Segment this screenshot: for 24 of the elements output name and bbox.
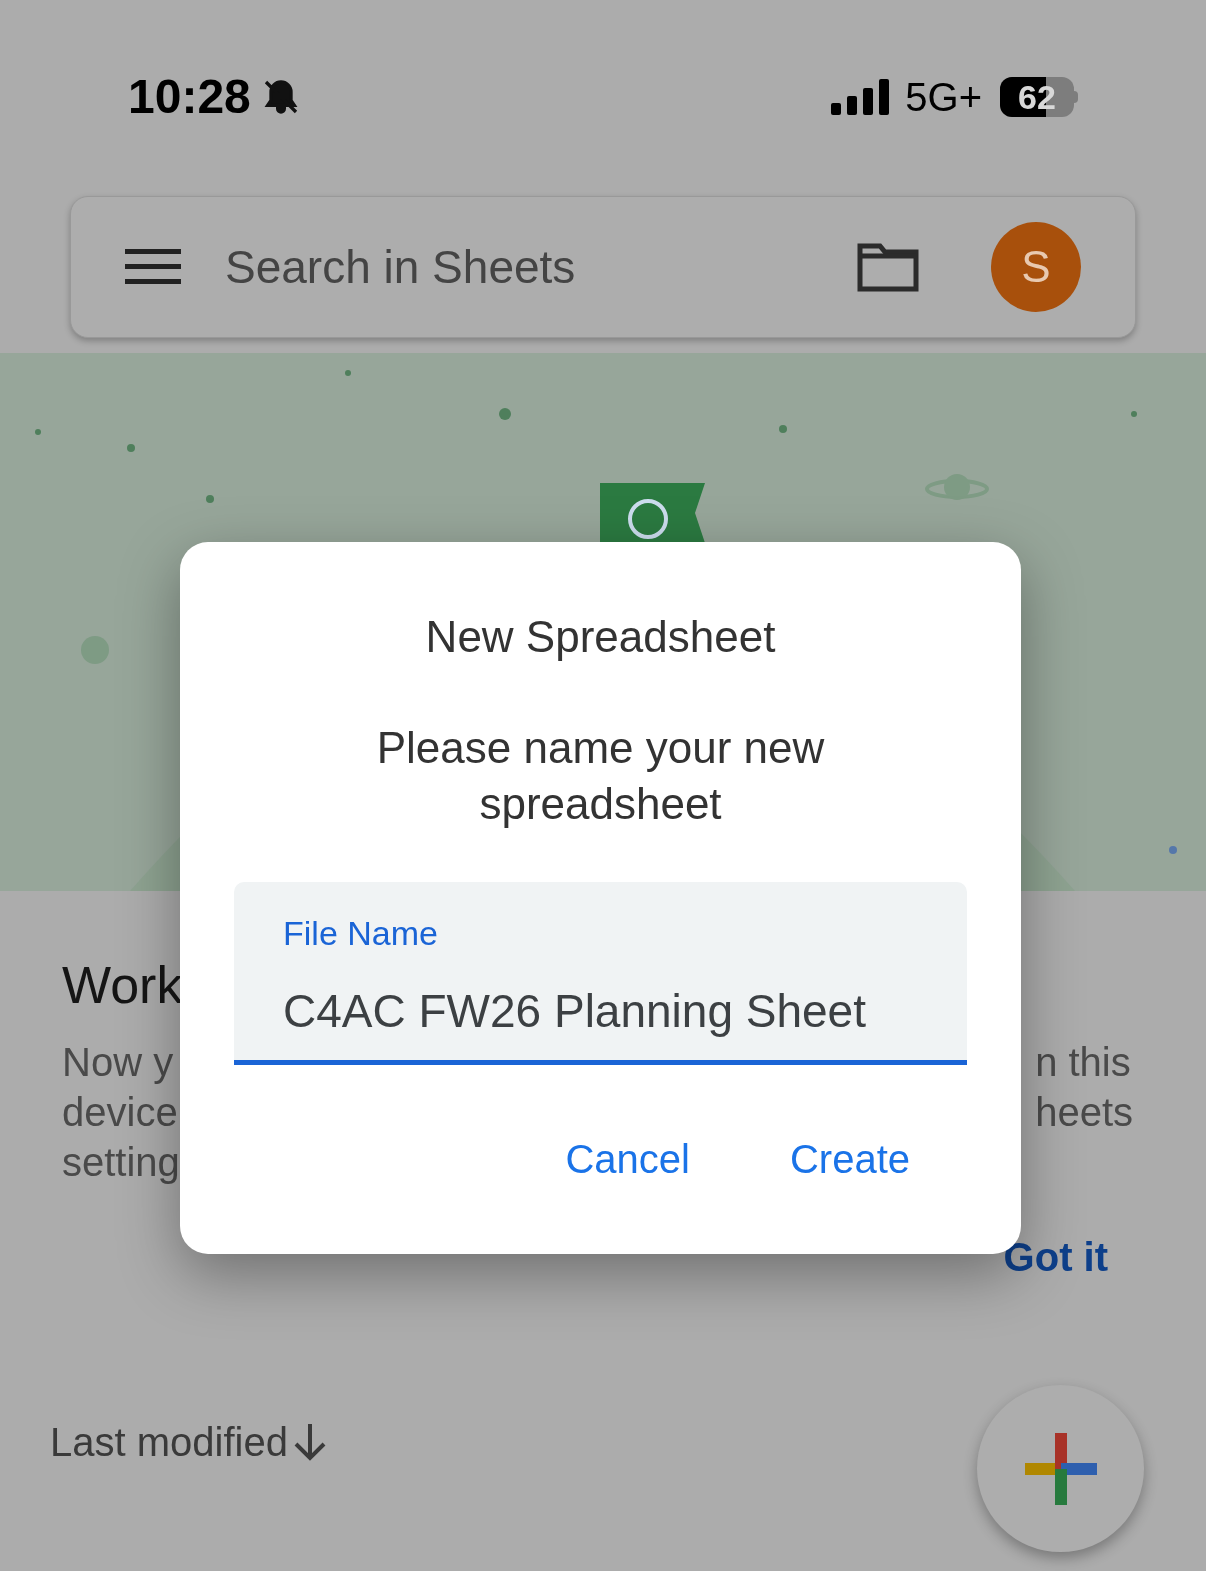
promo-text: Now y (62, 1039, 175, 1086)
search-field[interactable]: Search in Sheets (225, 232, 857, 302)
promo-text: n this (1035, 1039, 1131, 1086)
menu-icon[interactable] (125, 247, 181, 287)
dialog-message: Please name your new spreadsheet (375, 722, 826, 830)
promo-text: setting (62, 1139, 181, 1186)
plus-icon (1024, 1432, 1097, 1505)
account-avatar[interactable]: S (991, 222, 1081, 312)
promo-text: device (62, 1089, 179, 1136)
network-type: 5G+ (905, 74, 982, 121)
dialog-title: New Spreadsheet (425, 611, 776, 663)
dialog-button[interactable]: Create (789, 1129, 910, 1189)
field-value[interactable]: C4AC FW26 Planning Sheet (283, 977, 918, 1046)
folder-icon[interactable] (857, 242, 919, 292)
dialog-button[interactable]: Cancel (565, 1129, 690, 1189)
status-time: 10:28 (128, 69, 251, 125)
search-bar[interactable]: Search in Sheets S (70, 196, 1136, 338)
promo-title: Work (62, 955, 183, 1016)
got-it-button[interactable]: Got it (1003, 1227, 1108, 1287)
file-name-field[interactable]: File Name C4AC FW26 Planning Sheet (234, 882, 967, 1065)
field-label: File Name (283, 913, 439, 954)
signal-icon (831, 79, 890, 115)
sort-button[interactable]: Last modified (50, 1412, 328, 1472)
promo-text: heets (1035, 1089, 1133, 1136)
